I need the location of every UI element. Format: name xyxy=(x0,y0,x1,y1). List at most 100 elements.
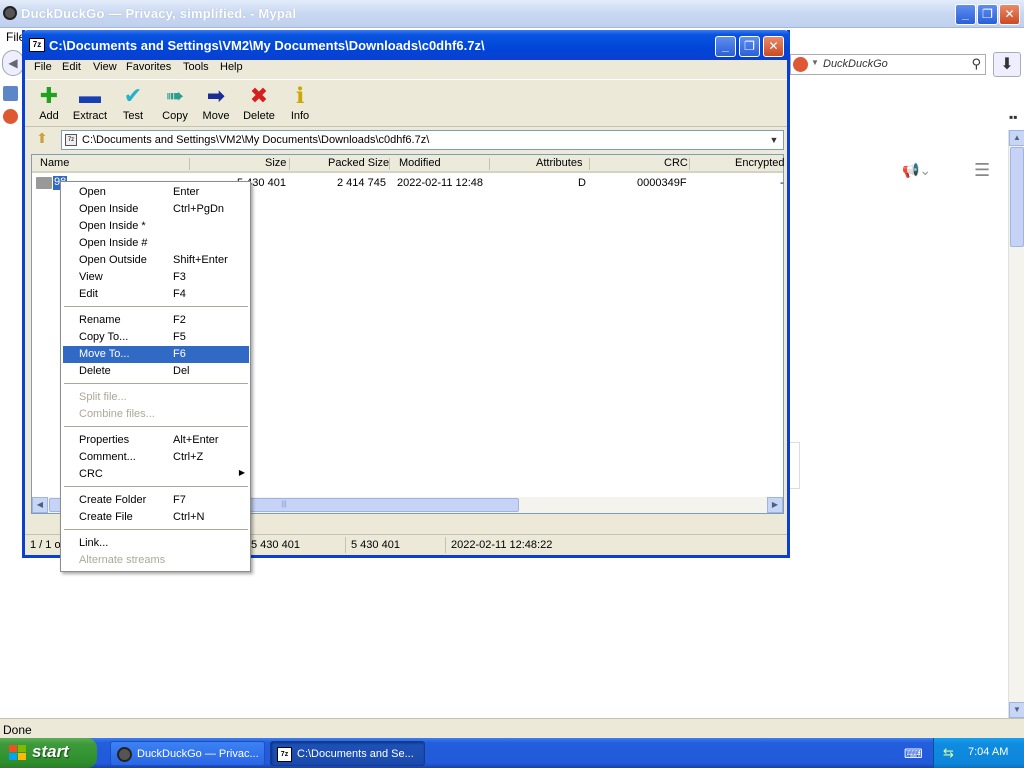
menu-item-properties[interactable]: Properties Alt+Enter xyxy=(63,432,249,449)
move-button[interactable]: ➡ Move xyxy=(195,82,237,126)
status-packed: 5 430 401 xyxy=(351,539,400,551)
row-attributes: D xyxy=(578,177,586,189)
close-button[interactable]: ✕ xyxy=(763,36,784,57)
menu-separator xyxy=(64,486,248,488)
minimize-button[interactable]: _ xyxy=(715,36,736,57)
minimize-button[interactable]: _ xyxy=(955,4,976,25)
menu-item-edit[interactable]: Edit F4 xyxy=(63,286,249,303)
scroll-left-icon[interactable]: ◀ xyxy=(32,497,48,513)
7zip-app-icon: 7z xyxy=(277,747,292,762)
browser-statusbar: Done xyxy=(0,718,1024,738)
x-icon: ✖ xyxy=(249,83,269,108)
scroll-right-icon[interactable]: ▶ xyxy=(767,497,783,513)
menu-item-create-file[interactable]: Create File Ctrl+N xyxy=(63,509,249,526)
path-text: C:\Documents and Settings\VM2\My Documen… xyxy=(82,134,430,146)
grid-icon[interactable]: ▪▪ xyxy=(1009,110,1018,124)
arrow-right-icon: ➡ xyxy=(206,83,226,108)
column-attributes[interactable]: Attributes xyxy=(536,157,582,169)
maximize-button[interactable]: ❐ xyxy=(977,4,998,25)
column-packed-size[interactable]: Packed Size xyxy=(328,157,389,169)
column-size[interactable]: Size xyxy=(265,157,286,169)
minus-icon: ▬ xyxy=(79,83,101,108)
delete-button[interactable]: ✖ Delete xyxy=(238,82,280,126)
submenu-arrow-icon: ▶ xyxy=(238,468,245,477)
browser-titlebar: DuckDuckGo — Privacy, simplified. - Mypa… xyxy=(0,0,1024,28)
maximize-button[interactable]: ❐ xyxy=(739,36,760,57)
sidebar-duckduckgo-icon[interactable] xyxy=(3,109,18,124)
7zip-toolbar: ✚ Add ▬ Extract ✔ Test ➠ Copy ➡ Move ✖ D… xyxy=(25,79,787,127)
duckduckgo-logo-icon xyxy=(793,57,808,72)
start-button[interactable]: start xyxy=(0,738,97,768)
menu-item-move-to[interactable]: Move To... F6 xyxy=(63,346,249,363)
chevron-down-icon[interactable]: ▼ xyxy=(811,58,819,67)
menu-item-delete[interactable]: Delete Del xyxy=(63,363,249,380)
info-icon: ℹ xyxy=(295,83,305,108)
menu-item-view[interactable]: View F3 xyxy=(63,269,249,286)
test-button[interactable]: ✔ Test xyxy=(112,82,154,126)
search-icon[interactable]: ⚲ xyxy=(971,56,981,72)
info-button[interactable]: ℹ Info xyxy=(279,82,321,126)
menu-item-crc[interactable]: CRC ▶ xyxy=(63,466,249,483)
menu-item-open[interactable]: Open Enter xyxy=(63,184,249,201)
menu-item-link[interactable]: Link... xyxy=(63,535,249,552)
mypal-app-icon xyxy=(117,747,132,762)
menu-item-copy-to[interactable]: Copy To... F5 xyxy=(63,329,249,346)
scroll-thumb[interactable] xyxy=(1010,147,1024,247)
taskbar-item-label: C:\Documents and Se... xyxy=(297,748,414,760)
menu-item-rename[interactable]: Rename F2 xyxy=(63,312,249,329)
extract-button[interactable]: ▬ Extract xyxy=(69,82,111,126)
system-tray: ⇆ 7:04 AM xyxy=(933,738,1024,768)
test-label: Test xyxy=(122,110,144,122)
taskbar-item-label: DuckDuckGo — Privac... xyxy=(137,748,259,760)
megaphone-icon[interactable]: 📢⌄ xyxy=(902,162,931,179)
archive-icon: 7z xyxy=(65,134,77,146)
status-size: 5 430 401 xyxy=(251,539,300,551)
hamburger-menu-icon[interactable]: ☰ xyxy=(974,160,990,181)
menu-item-create-folder[interactable]: Create Folder F7 xyxy=(63,492,249,509)
menu-edit[interactable]: Edit xyxy=(59,61,84,73)
taskbar-item-browser[interactable]: DuckDuckGo — Privac... xyxy=(110,741,265,766)
column-modified[interactable]: Modified xyxy=(399,157,441,169)
sidebar-search-icon[interactable] xyxy=(3,86,18,101)
row-modified: 2022-02-11 12:48 xyxy=(397,177,484,189)
path-combobox[interactable]: 7z C:\Documents and Settings\VM2\My Docu… xyxy=(61,130,784,150)
folder-up-icon[interactable]: ⬆ xyxy=(31,130,53,150)
scroll-down-icon[interactable]: ▼ xyxy=(1009,702,1024,718)
menu-item-open-inside[interactable]: Open Inside Ctrl+PgDn xyxy=(63,201,249,218)
clock[interactable]: 7:04 AM xyxy=(968,746,1008,758)
menu-file[interactable]: File xyxy=(31,61,55,73)
menu-separator xyxy=(64,383,248,385)
browser-search-input[interactable]: ▼ DuckDuckGo ⚲ xyxy=(790,54,986,75)
menu-item-open-inside-hash[interactable]: Open Inside # xyxy=(63,235,249,252)
menu-help[interactable]: Help xyxy=(217,61,246,73)
add-button[interactable]: ✚ Add xyxy=(28,82,70,126)
menu-view[interactable]: View xyxy=(90,61,120,73)
browser-scrollbar[interactable]: ▲ ▼ xyxy=(1008,130,1024,718)
back-icon[interactable]: ◀ xyxy=(2,50,24,76)
menu-item-open-inside-star[interactable]: Open Inside * xyxy=(63,218,249,235)
menu-item-comment[interactable]: Comment... Ctrl+Z xyxy=(63,449,249,466)
network-icon[interactable]: ⇆ xyxy=(943,745,954,761)
scroll-up-icon[interactable]: ▲ xyxy=(1009,130,1024,146)
taskbar-item-7zip[interactable]: 7z C:\Documents and Se... xyxy=(270,741,425,766)
column-encrypted[interactable]: Encrypted xyxy=(735,157,785,169)
taskbar: start DuckDuckGo — Privac... 7z C:\Docum… xyxy=(0,738,1024,768)
7zip-menubar: File Edit View Favorites Tools Help xyxy=(25,60,787,78)
extract-label: Extract xyxy=(72,110,108,122)
menu-item-open-outside[interactable]: Open Outside Shift+Enter xyxy=(63,252,249,269)
copy-button[interactable]: ➠ Copy xyxy=(154,82,196,126)
menu-separator xyxy=(64,306,248,308)
column-crc[interactable]: CRC xyxy=(664,157,688,169)
menu-favorites[interactable]: Favorites xyxy=(123,61,174,73)
copy-label: Copy xyxy=(162,110,188,122)
7zip-addressbar: ⬆ 7z C:\Documents and Settings\VM2\My Do… xyxy=(25,128,787,152)
column-name[interactable]: Name xyxy=(40,157,69,169)
info-label: Info xyxy=(290,110,310,122)
menu-tools[interactable]: Tools xyxy=(180,61,212,73)
status-selection: 1 / 1 o xyxy=(30,539,61,551)
close-button[interactable]: ✕ xyxy=(999,4,1020,25)
chevron-down-icon[interactable]: ▼ xyxy=(766,132,782,148)
download-icon[interactable]: ⬇ xyxy=(993,52,1021,77)
start-label: start xyxy=(32,742,69,761)
keyboard-icon[interactable]: ⌨ xyxy=(904,746,923,762)
